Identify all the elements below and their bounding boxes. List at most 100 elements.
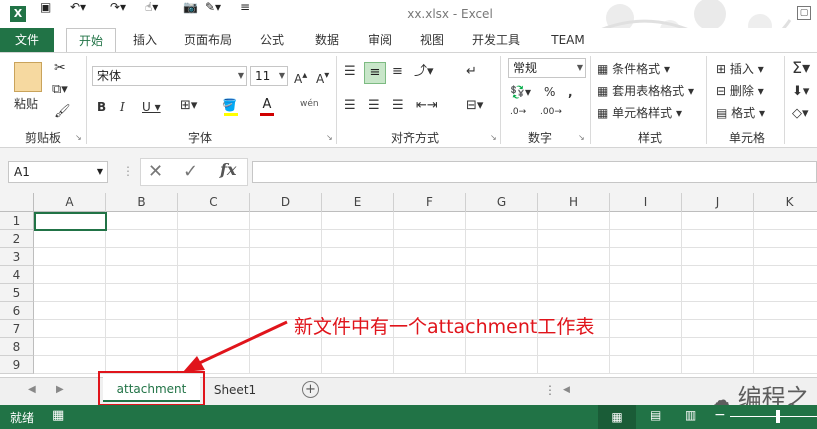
touch-mode-icon[interactable]: ☝▾ <box>145 0 158 14</box>
autosum-icon[interactable]: Σ▾ <box>792 60 810 76</box>
tab-page-layout[interactable]: 页面布局 <box>178 28 238 52</box>
tab-insert[interactable]: 插入 <box>125 28 165 52</box>
restore-window-button[interactable]: ▢ <box>797 6 811 20</box>
paste-label[interactable]: 粘贴 <box>14 96 38 112</box>
cell-i4[interactable] <box>610 266 682 284</box>
cell-h5[interactable] <box>538 284 610 302</box>
cell-e3[interactable] <box>322 248 394 266</box>
column-header-h[interactable]: H <box>538 193 610 212</box>
orientation-icon[interactable]: ⤴▾ <box>414 64 434 80</box>
undo-icon[interactable]: ↶▾ <box>70 0 86 14</box>
column-header-d[interactable]: D <box>250 193 322 212</box>
increase-decimal-icon[interactable]: .0→ <box>510 104 526 120</box>
cell-j1[interactable] <box>682 212 754 230</box>
merge-center-icon[interactable]: ⊟▾ <box>466 98 483 114</box>
cell-j2[interactable] <box>682 230 754 248</box>
increase-font-icon[interactable]: A▴ <box>294 68 307 87</box>
cell-e9[interactable] <box>322 356 394 374</box>
cell-a7[interactable] <box>34 320 106 338</box>
alignment-launcher-icon[interactable]: ↘ <box>490 133 497 142</box>
align-top-icon[interactable]: ☰ <box>344 64 356 80</box>
cell-k9[interactable] <box>754 356 817 374</box>
currency-icon[interactable]: 💱▾ <box>510 84 531 100</box>
cell-j4[interactable] <box>682 266 754 284</box>
cell-i7[interactable] <box>610 320 682 338</box>
save-icon[interactable]: ▣ <box>40 0 51 14</box>
cell-g1[interactable] <box>466 212 538 230</box>
row-header-6[interactable]: 6 <box>0 302 34 320</box>
font-color-icon[interactable]: A <box>258 97 276 116</box>
cell-f2[interactable] <box>394 230 466 248</box>
cell-d4[interactable] <box>250 266 322 284</box>
cell-j8[interactable] <box>682 338 754 356</box>
format-painter-icon[interactable]: 🖌 <box>54 104 71 120</box>
cell-b3[interactable] <box>106 248 178 266</box>
cell-i6[interactable] <box>610 302 682 320</box>
splitter-icon[interactable]: ⋮ <box>122 164 134 178</box>
column-header-c[interactable]: C <box>178 193 250 212</box>
cell-j9[interactable] <box>682 356 754 374</box>
format-cells-button[interactable]: ▤ 格式 ▾ <box>716 105 765 121</box>
cell-j3[interactable] <box>682 248 754 266</box>
cell-e8[interactable] <box>322 338 394 356</box>
delete-cells-button[interactable]: ⊟ 删除 ▾ <box>716 83 764 99</box>
tab-view[interactable]: 视图 <box>412 28 452 52</box>
row-header-7[interactable]: 7 <box>0 320 34 338</box>
enter-icon[interactable]: ✓ <box>183 161 198 182</box>
row-header-4[interactable]: 4 <box>0 266 34 284</box>
cell-e5[interactable] <box>322 284 394 302</box>
cell-d1[interactable] <box>250 212 322 230</box>
cell-e2[interactable] <box>322 230 394 248</box>
camera-icon[interactable]: 📷 <box>183 0 198 14</box>
border-icon[interactable]: ⊞▾ <box>180 98 197 114</box>
insert-function-button[interactable]: fx <box>220 160 236 179</box>
cell-e4[interactable] <box>322 266 394 284</box>
cell-k7[interactable] <box>754 320 817 338</box>
cell-j5[interactable] <box>682 284 754 302</box>
font-size-combo[interactable]: 11 ▼ <box>250 66 288 86</box>
indent-icon[interactable]: ⇤⇥ <box>416 98 438 114</box>
cell-i5[interactable] <box>610 284 682 302</box>
cell-b7[interactable] <box>106 320 178 338</box>
align-middle-icon[interactable]: ≡ <box>364 62 386 84</box>
bold-button[interactable]: B <box>97 99 106 115</box>
cell-b2[interactable] <box>106 230 178 248</box>
worksheet-grid[interactable]: ABCDEFGHIJK 123456789 <box>0 193 817 377</box>
tab-developer[interactable]: 开发工具 <box>464 28 528 52</box>
cell-f8[interactable] <box>394 338 466 356</box>
cell-a2[interactable] <box>34 230 106 248</box>
row-header-9[interactable]: 9 <box>0 356 34 374</box>
cell-b1[interactable] <box>106 212 178 230</box>
cell-f9[interactable] <box>394 356 466 374</box>
cell-i8[interactable] <box>610 338 682 356</box>
align-left-icon[interactable]: ☰ <box>344 98 356 114</box>
cell-f3[interactable] <box>394 248 466 266</box>
cell-g4[interactable] <box>466 266 538 284</box>
cell-j6[interactable] <box>682 302 754 320</box>
tab-data[interactable]: 数据 <box>307 28 347 52</box>
cell-styles-button[interactable]: ▦ 单元格样式 ▾ <box>597 105 682 121</box>
tab-file[interactable]: 文件 <box>0 28 54 52</box>
macro-record-icon[interactable]: ▦ <box>52 408 64 423</box>
format-as-table-button[interactable]: ▦ 套用表格格式 ▾ <box>597 83 694 99</box>
align-center-icon[interactable]: ☰ <box>368 98 380 114</box>
cell-k6[interactable] <box>754 302 817 320</box>
cell-b5[interactable] <box>106 284 178 302</box>
column-header-b[interactable]: B <box>106 193 178 212</box>
row-header-5[interactable]: 5 <box>0 284 34 302</box>
cell-f1[interactable] <box>394 212 466 230</box>
cell-k1[interactable] <box>754 212 817 230</box>
cell-d3[interactable] <box>250 248 322 266</box>
column-header-a[interactable]: A <box>34 193 106 212</box>
cell-e1[interactable] <box>322 212 394 230</box>
scroll-left-icon[interactable]: ◀ <box>563 385 570 395</box>
cell-k8[interactable] <box>754 338 817 356</box>
cell-i1[interactable] <box>610 212 682 230</box>
add-sheet-icon[interactable]: + <box>302 381 319 398</box>
cell-i3[interactable] <box>610 248 682 266</box>
tab-formulas[interactable]: 公式 <box>252 28 292 52</box>
number-format-combo[interactable]: 常规 ▼ <box>508 58 586 78</box>
clear-icon[interactable]: ◇▾ <box>792 106 809 122</box>
insert-cells-button[interactable]: ⊞ 插入 ▾ <box>716 61 764 77</box>
sheet-tab-sheet1[interactable]: Sheet1 <box>208 382 262 398</box>
